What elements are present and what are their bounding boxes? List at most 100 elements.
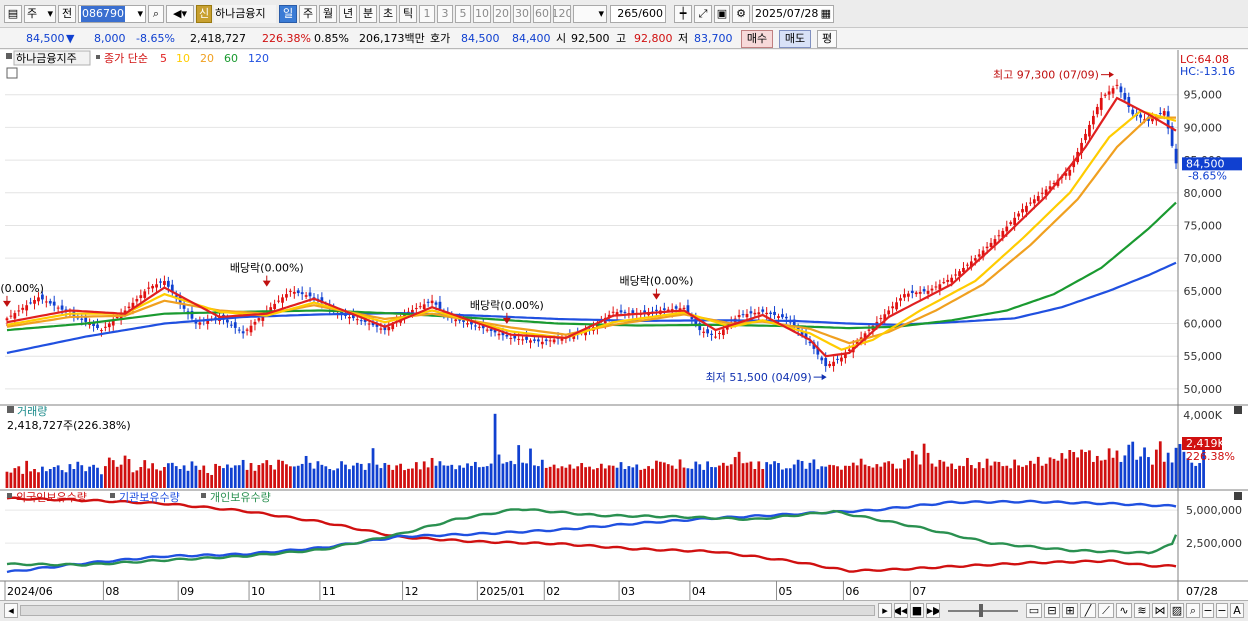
save-icon[interactable]: ▣ — [714, 5, 730, 23]
candle-body — [9, 315, 13, 317]
volume-bar — [48, 469, 52, 488]
candle-body — [1088, 124, 1091, 137]
candle-type-icon[interactable]: ┿ — [674, 5, 692, 23]
image-icon[interactable]: ▨ — [1170, 603, 1184, 618]
scroll-right-icon[interactable]: ▸ — [878, 603, 892, 618]
minute-3-tab[interactable]: 3 — [437, 5, 453, 23]
pattern-icon[interactable]: ⋈ — [1152, 603, 1168, 618]
volume-bar — [226, 464, 229, 488]
period-tick-tab[interactable]: 틱 — [399, 5, 417, 23]
period-month-tab[interactable]: 월 — [319, 5, 337, 23]
candle-body — [1107, 91, 1111, 95]
candle-body — [100, 330, 103, 332]
holding-legend-label: 외국인보유수량 — [16, 491, 87, 504]
volume-bar — [784, 468, 788, 488]
candle-body — [655, 309, 658, 312]
chevron-down-icon: ▾ — [598, 7, 604, 20]
candle-body — [1036, 196, 1040, 201]
candle-body — [25, 305, 29, 311]
candle-body — [745, 313, 749, 318]
settings-gear-icon[interactable]: ⚙ — [732, 5, 750, 23]
minute-10-tab[interactable]: 10 — [473, 5, 491, 23]
prev-button[interactable]: 전 — [58, 5, 76, 23]
draw-tool-icon[interactable]: ⤢ — [694, 5, 712, 23]
volume-bar — [859, 458, 863, 488]
sound-icon[interactable]: ◀▾ — [166, 5, 194, 23]
candle-body — [163, 281, 166, 285]
zoom-icon[interactable]: ⌕ — [1186, 603, 1200, 618]
candle-body — [910, 290, 914, 294]
wave-icon[interactable]: ∿ — [1116, 603, 1132, 618]
stock-chart[interactable]: 95,00090,00085,00080,00075,00070,00065,0… — [0, 50, 1248, 600]
fibo-icon[interactable]: ≋ — [1134, 603, 1150, 618]
volume-bar — [950, 463, 954, 488]
period-year-tab[interactable]: 년 — [339, 5, 357, 23]
rewind-icon[interactable]: ◀◀ — [894, 603, 908, 618]
volume-bar — [143, 460, 147, 488]
date-input[interactable]: 2025/07/28 ▦ — [752, 5, 834, 23]
sell-button[interactable]: 매도 — [779, 30, 811, 48]
candle-body — [29, 302, 32, 304]
volume-bar — [568, 464, 572, 488]
minus-icon[interactable]: − — [1216, 603, 1228, 618]
volume-bar — [883, 462, 887, 488]
zoom-out-icon[interactable]: − — [1202, 603, 1214, 618]
minute-30-tab[interactable]: 30 — [513, 5, 531, 23]
minute-60-tab[interactable]: 60 — [533, 5, 551, 23]
candle-body — [946, 279, 950, 282]
forward-icon[interactable]: ▶▶ — [926, 603, 940, 618]
market-type-select[interactable]: 주 ▾ — [24, 5, 56, 23]
volume-bar — [729, 464, 733, 488]
volume-bar — [407, 468, 410, 488]
period-day-tab[interactable]: 일 — [279, 5, 297, 23]
window-menu-icon[interactable]: ▤ — [4, 5, 22, 23]
candle-body — [139, 295, 143, 299]
scroll-left-icon[interactable]: ◂ — [4, 603, 18, 618]
buy-button[interactable]: 매수 — [741, 30, 773, 48]
font-size-icon[interactable]: A — [1230, 603, 1244, 618]
count-input[interactable]: 265/600 — [610, 5, 666, 23]
trend-line-2-icon[interactable]: ⟋ — [1098, 603, 1114, 618]
candle-body — [1099, 97, 1103, 110]
search-icon[interactable]: ⌕ — [148, 5, 164, 23]
trend-line-icon[interactable]: ╱ — [1080, 603, 1096, 618]
zoom-slider[interactable] — [948, 610, 1018, 612]
period-minute-tab[interactable]: 분 — [359, 5, 377, 23]
minute-5-tab[interactable]: 5 — [455, 5, 471, 23]
candle-body — [308, 292, 312, 297]
custom-minute-select[interactable]: ▾ — [573, 5, 607, 23]
zoom-slider-handle[interactable] — [979, 604, 983, 617]
scrollbar-track[interactable] — [20, 605, 875, 616]
period-week-tab[interactable]: 주 — [299, 5, 317, 23]
volume-bar — [533, 465, 536, 488]
volume-bar — [328, 469, 332, 488]
volume-bar — [477, 467, 481, 488]
eval-button[interactable]: 평 — [817, 30, 837, 48]
bid-price: 84,400 — [512, 32, 551, 45]
layout-icon[interactable]: ▭ — [1026, 603, 1042, 618]
candle-body — [950, 277, 954, 283]
candle-body — [1119, 86, 1123, 93]
stop-icon[interactable]: ■ — [910, 603, 924, 618]
signal-badge[interactable]: 신 — [196, 5, 212, 23]
volume-bar — [340, 461, 343, 488]
volume-bar — [749, 461, 753, 488]
volume-bar — [847, 465, 851, 488]
candle-body — [966, 264, 969, 266]
compare-icon[interactable]: ⊟ — [1044, 603, 1060, 618]
candle-body — [84, 317, 88, 322]
x-tick-label: 02 — [546, 585, 560, 598]
minute-20-tab[interactable]: 20 — [493, 5, 511, 23]
candle-body — [1009, 222, 1013, 225]
volume-bar — [525, 463, 528, 488]
minute-1-tab[interactable]: 1 — [419, 5, 435, 23]
volume-bar — [619, 462, 623, 488]
split-icon[interactable]: ⊞ — [1062, 603, 1078, 618]
stock-code-input[interactable]: 086790 ▾ — [78, 5, 146, 23]
candle-body — [489, 329, 493, 331]
volume-bar — [741, 463, 745, 488]
minute-120-tab[interactable]: 120 — [553, 5, 571, 23]
volume-bar — [706, 461, 709, 488]
volume-bar — [37, 472, 40, 488]
period-second-tab[interactable]: 초 — [379, 5, 397, 23]
